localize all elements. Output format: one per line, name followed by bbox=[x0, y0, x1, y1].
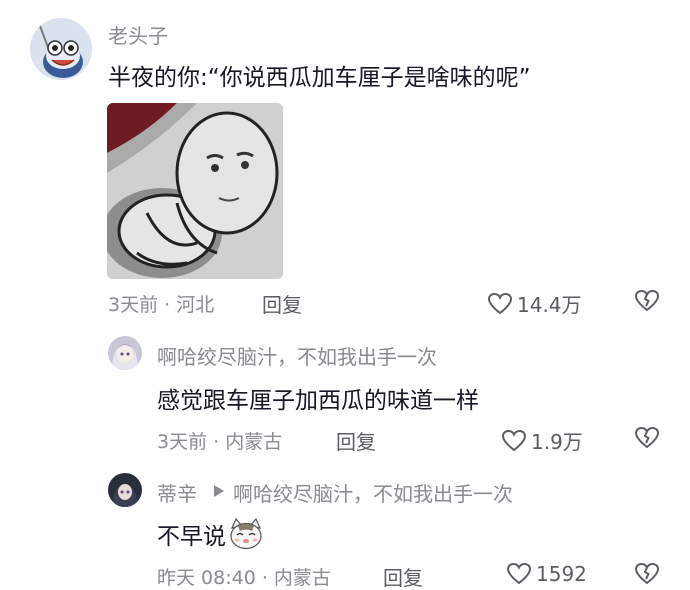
broken-heart-icon bbox=[634, 426, 660, 449]
meme-sticker-icon bbox=[107, 103, 283, 279]
frog-avatar-icon bbox=[30, 18, 92, 80]
dark-anime-avatar-icon bbox=[108, 473, 142, 507]
like-button[interactable]: 1.9万 bbox=[501, 426, 583, 455]
cat-face-emoji bbox=[230, 518, 262, 550]
dislike-button[interactable] bbox=[634, 289, 660, 317]
reply-button[interactable]: 回复 bbox=[336, 426, 376, 455]
like-button[interactable]: 14.4万 bbox=[487, 289, 582, 318]
reply-button[interactable]: 回复 bbox=[383, 562, 423, 590]
like-button[interactable]: 1592 bbox=[506, 562, 587, 586]
comment-username[interactable]: 老头子 bbox=[108, 20, 168, 49]
avatar[interactable] bbox=[108, 336, 142, 370]
like-count: 1.9万 bbox=[531, 430, 583, 454]
avatar[interactable] bbox=[108, 473, 142, 507]
comment-meta: 3天前 · 河北 bbox=[108, 294, 215, 316]
comment-text: 不早说 bbox=[157, 524, 226, 550]
reply-to-username[interactable]: 啊哈绞尽脑汁，不如我出手一次 bbox=[233, 478, 513, 507]
comment-meta: 昨天 08:40 · 内蒙古 bbox=[157, 567, 331, 589]
reply-button[interactable]: 回复 bbox=[262, 289, 302, 318]
comment-text: 感觉跟车厘子加西瓜的味道一样 bbox=[157, 388, 479, 414]
broken-heart-icon bbox=[634, 562, 660, 585]
dislike-button[interactable] bbox=[634, 562, 660, 590]
broken-heart-icon bbox=[634, 289, 660, 312]
comment-username[interactable]: 啊哈绞尽脑汁，不如我出手一次 bbox=[157, 341, 437, 370]
anime-avatar-icon bbox=[108, 336, 142, 370]
avatar[interactable] bbox=[30, 18, 92, 80]
heart-outline-icon bbox=[487, 292, 513, 314]
triangle-right-icon bbox=[214, 485, 224, 497]
like-count: 14.4万 bbox=[517, 293, 582, 317]
dislike-button[interactable] bbox=[634, 426, 660, 454]
heart-outline-icon bbox=[501, 429, 527, 451]
comment-username[interactable]: 蒂辛 bbox=[157, 478, 197, 507]
heart-outline-icon bbox=[506, 562, 532, 585]
comment-text-row: 不早说 bbox=[157, 517, 264, 551]
like-count: 1592 bbox=[536, 562, 587, 586]
comment-text: 半夜的你:“你说西瓜加车厘子是啥味的呢” bbox=[108, 65, 531, 91]
comment-meta: 3天前 · 内蒙古 bbox=[157, 431, 283, 453]
meme-sticker-image[interactable] bbox=[107, 103, 283, 279]
